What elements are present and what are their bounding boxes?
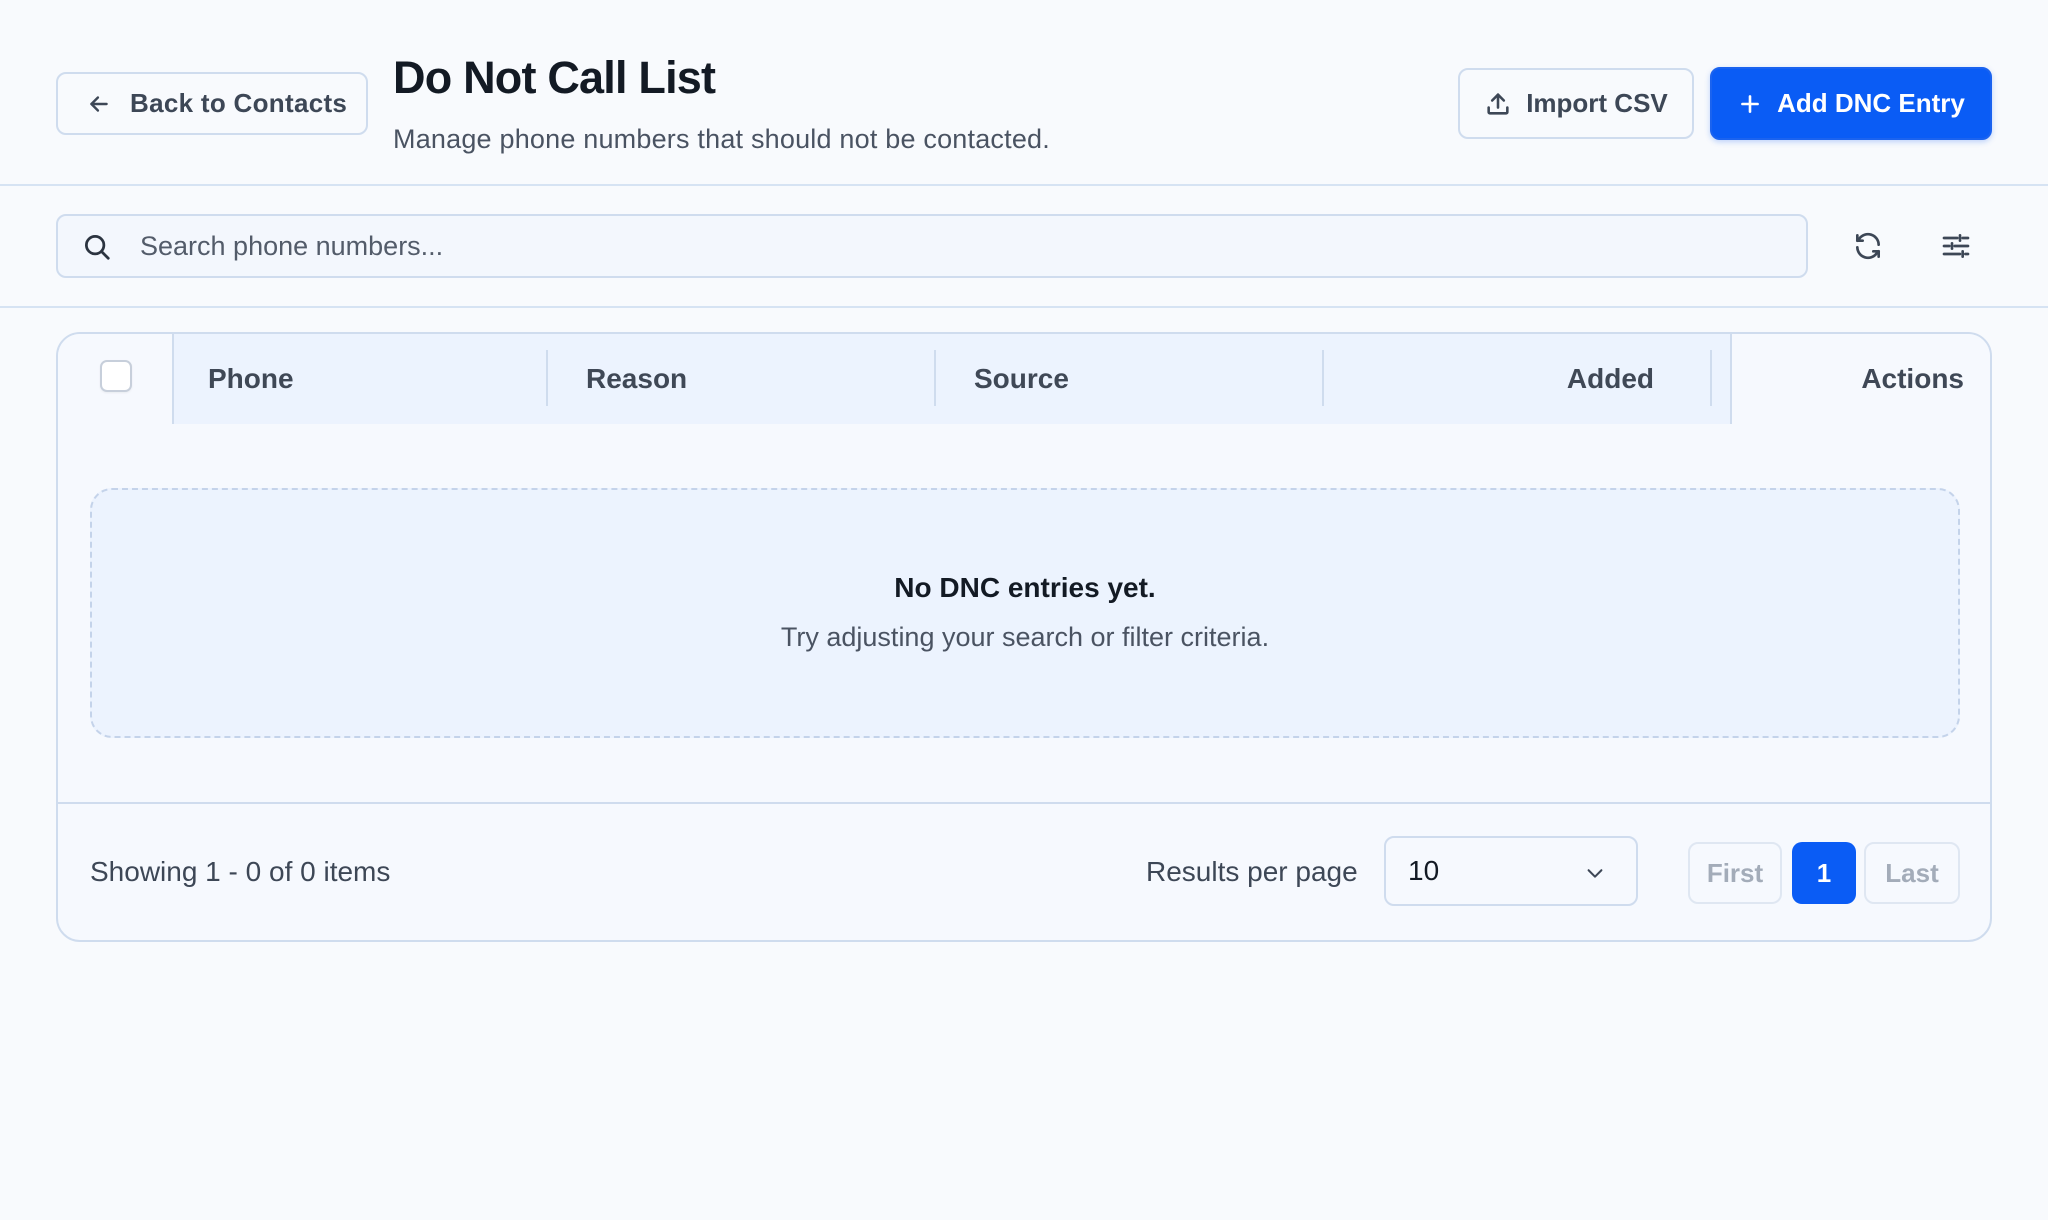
- page-button-current[interactable]: 1: [1792, 842, 1856, 904]
- column-divider[interactable]: [1322, 350, 1324, 406]
- pagination-summary: Showing 1 - 0 of 0 items: [90, 856, 391, 887]
- search-input[interactable]: [140, 224, 1780, 268]
- page-subtitle: Manage phone numbers that should not be …: [393, 124, 1050, 154]
- search-icon: [85, 235, 110, 260]
- back-to-contacts-button[interactable]: Back to Contacts: [56, 72, 368, 135]
- column-divider[interactable]: [934, 350, 936, 406]
- chevron-down-icon: [1587, 869, 1603, 878]
- results-per-page-label: Results per page: [1146, 856, 1358, 887]
- table-footer: Showing 1 - 0 of 0 items Results per pag…: [58, 802, 1990, 940]
- dnc-table-card: Phone Reason Source Added Actions No DNC…: [56, 332, 1992, 942]
- select-all-checkbox[interactable]: [100, 360, 132, 392]
- table-header: Phone Reason Source Added Actions: [58, 334, 1990, 424]
- add-dnc-entry-label: Add DNC Entry: [1777, 88, 1965, 118]
- upload-icon: [1487, 92, 1509, 115]
- arrow-left-icon: [90, 95, 108, 112]
- search-box: [56, 214, 1808, 278]
- first-page-button[interactable]: First: [1688, 842, 1782, 904]
- back-button-label: Back to Contacts: [130, 88, 348, 118]
- search-toolbar: [0, 186, 2048, 308]
- column-divider[interactable]: [1710, 350, 1712, 406]
- filter-settings-button[interactable]: [1931, 221, 1981, 271]
- header-spacer: [1710, 334, 1730, 424]
- refresh-button[interactable]: [1843, 221, 1893, 271]
- page-header: Back to Contacts Do Not Call List Manage…: [0, 0, 2048, 186]
- sliders-icon: [1942, 234, 1970, 258]
- results-per-page-value: 10: [1408, 855, 1440, 886]
- column-header-added[interactable]: Added: [1322, 334, 1710, 424]
- select-all-cell: [58, 334, 174, 424]
- results-per-page-select[interactable]: 10: [1384, 836, 1638, 906]
- empty-state-title: No DNC entries yet.: [894, 572, 1156, 603]
- refresh-icon: [1856, 232, 1880, 260]
- dnc-page: Back to Contacts Do Not Call List Manage…: [0, 0, 2048, 1220]
- empty-state-subtitle: Try adjusting your search or filter crit…: [780, 622, 1270, 652]
- empty-state: No DNC entries yet. Try adjusting your s…: [90, 488, 1960, 738]
- add-dnc-entry-button[interactable]: Add DNC Entry: [1710, 67, 1992, 140]
- column-header-reason[interactable]: Reason: [546, 334, 934, 424]
- page-title: Do Not Call List: [393, 52, 716, 103]
- import-csv-button[interactable]: Import CSV: [1458, 68, 1694, 139]
- column-header-phone[interactable]: Phone: [174, 334, 546, 424]
- plus-icon: [1741, 94, 1759, 113]
- column-header-source[interactable]: Source: [934, 334, 1322, 424]
- column-divider[interactable]: [546, 350, 548, 406]
- import-csv-label: Import CSV: [1526, 88, 1668, 118]
- column-header-actions: Actions: [1730, 334, 1990, 424]
- last-page-button[interactable]: Last: [1864, 842, 1960, 904]
